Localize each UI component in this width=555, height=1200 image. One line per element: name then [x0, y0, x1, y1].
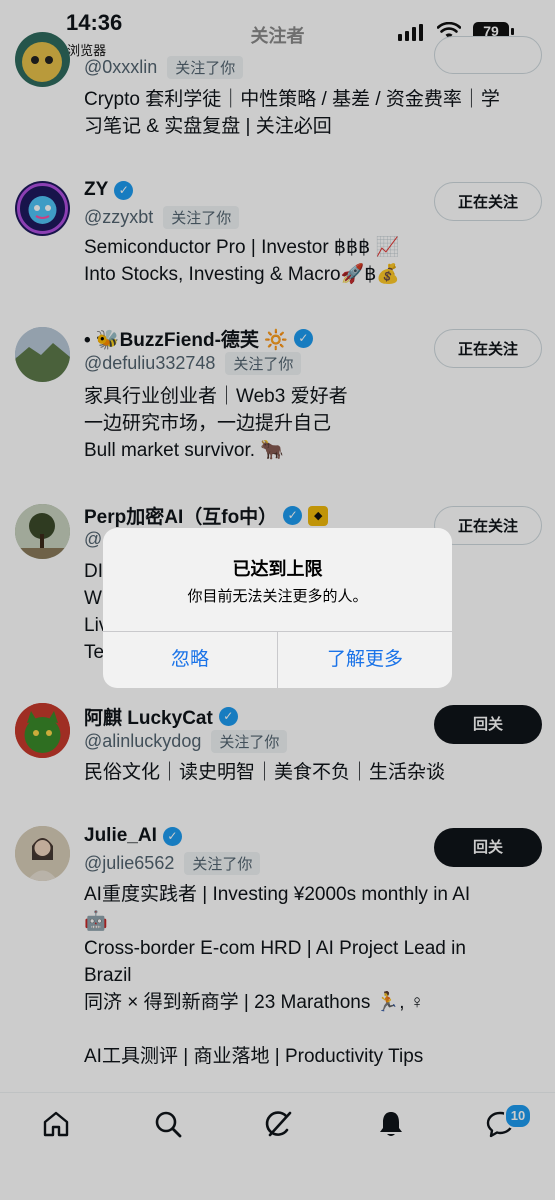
dismiss-button[interactable]: 忽略 [103, 631, 277, 688]
alert-title: 已达到上限 [232, 559, 323, 579]
follow-limit-alert: 已达到上限 你目前无法关注更多的人。 忽略 了解更多 [103, 528, 452, 688]
followers-screen: 14:36 ◀ Safari 浏览器 关注者 79 @0xxxlin 关注了你 … [0, 0, 555, 1200]
learn-more-button[interactable]: 了解更多 [278, 631, 452, 688]
alert-message: 你目前无法关注更多的人。 [187, 588, 368, 605]
